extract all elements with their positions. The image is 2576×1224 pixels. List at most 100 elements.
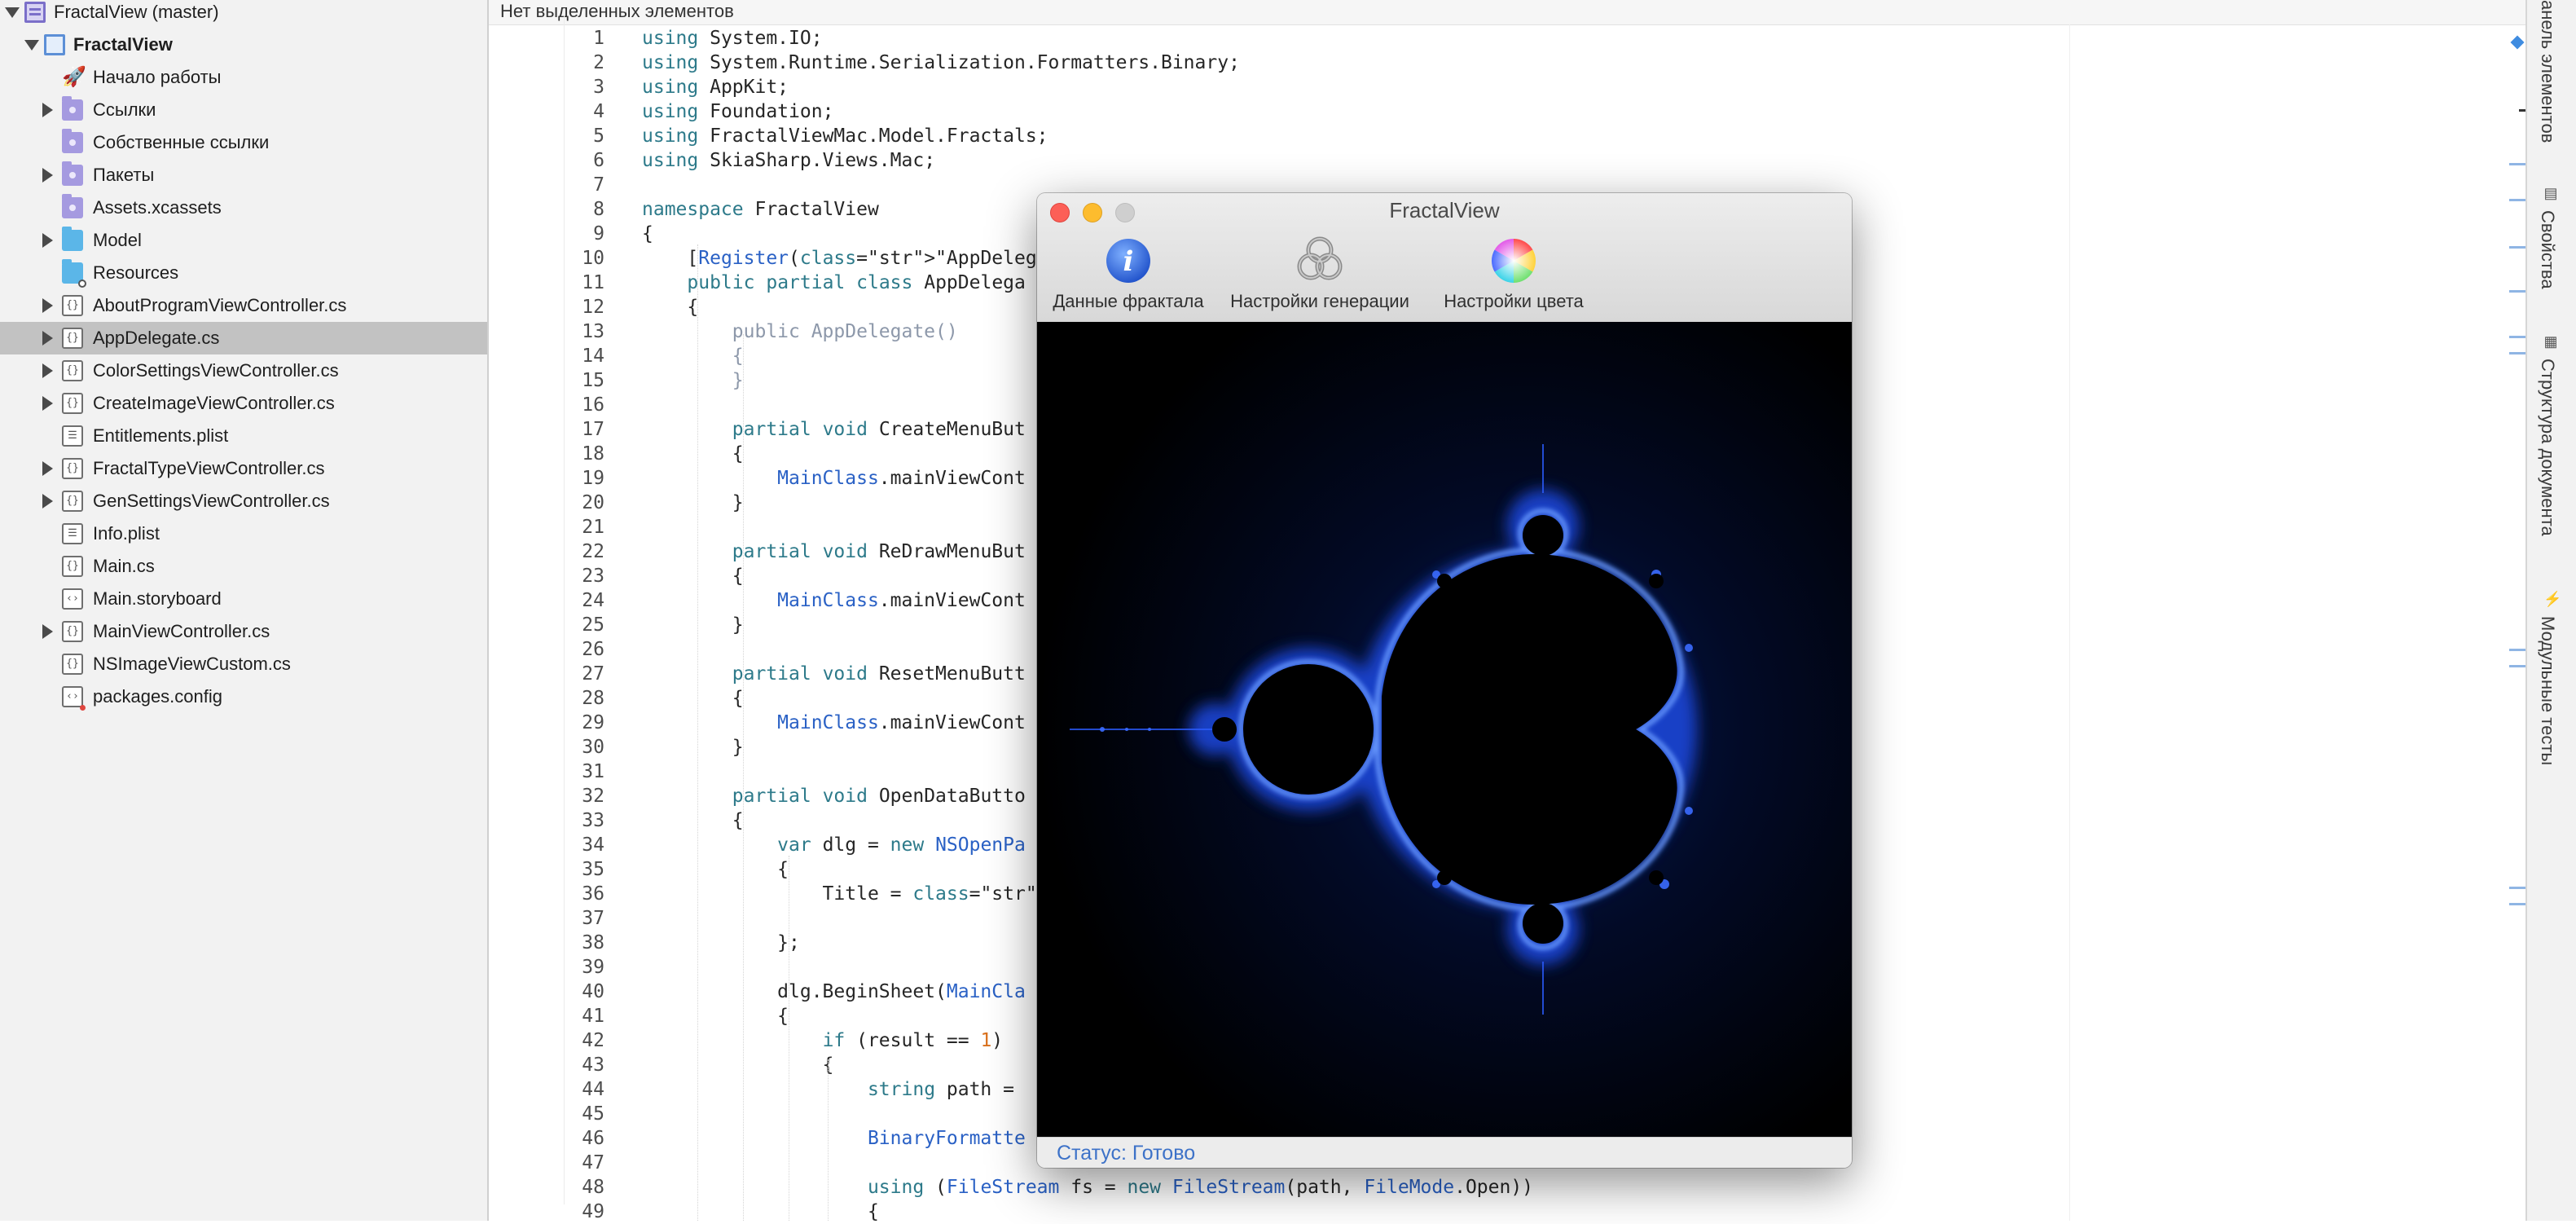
code-line[interactable]: public AppDelegate() [642, 319, 958, 344]
code-line[interactable]: partial void OpenDataButto [642, 784, 1026, 808]
fractalview-window[interactable]: FractalView i Данные фрактала Настройки … [1037, 193, 1852, 1168]
code-line[interactable]: using (FileStream fs = new FileStream(pa… [642, 1175, 1533, 1200]
scroll-marker [2509, 352, 2525, 354]
code-line[interactable]: MainClass.mainViewCont [642, 466, 1026, 491]
sidebar-item-native-references[interactable]: Собственные ссылки [0, 126, 487, 159]
code-line[interactable]: { [642, 222, 653, 246]
code-line[interactable]: namespace FractalView [642, 197, 879, 222]
code-line[interactable]: [Register(class="str">"AppDelegate")] [642, 246, 1104, 271]
code-line[interactable]: using System.IO; [642, 26, 823, 51]
sidebar-item-references[interactable]: Ссылки [0, 94, 487, 126]
code-line[interactable]: }; [642, 931, 800, 955]
info-icon: i [1106, 239, 1150, 283]
line-number: 30 [582, 737, 604, 758]
code-line[interactable]: using System.Runtime.Serialization.Forma… [642, 51, 1240, 75]
code-line[interactable]: { [642, 857, 789, 882]
line-number: 38 [582, 932, 604, 953]
disclosure-expanded-icon[interactable] [5, 7, 20, 18]
code-line[interactable]: } [642, 735, 744, 759]
tab-properties[interactable]: ▤ Свойства [2537, 186, 2569, 324]
window-titlebar[interactable]: FractalView i Данные фрактала Настройки … [1037, 193, 1852, 323]
tab-document-outline[interactable]: ▦ Структура документа [2537, 334, 2569, 579]
line-number: 1 [593, 28, 604, 49]
disclosure-collapsed-icon[interactable] [42, 331, 53, 346]
code-line[interactable]: MainClass.mainViewCont [642, 711, 1026, 735]
code-line[interactable]: BinaryFormatte [642, 1126, 1026, 1151]
sidebar-item-file[interactable]: {} NSImageViewCustom.cs [0, 648, 487, 680]
sidebar-item-label: AboutProgramViewController.cs [93, 295, 347, 315]
line-number: 17 [582, 419, 604, 440]
disclosure-collapsed-icon[interactable] [42, 298, 53, 313]
sidebar-item-file[interactable]: ☰ Info.plist [0, 517, 487, 550]
disclosure-collapsed-icon[interactable] [42, 494, 53, 509]
line-number: 43 [582, 1054, 604, 1076]
sidebar-item-solution[interactable]: FractalView (master) [0, 0, 487, 29]
code-line[interactable]: using SkiaSharp.Views.Mac; [642, 148, 935, 173]
solution-icon [24, 2, 46, 23]
disclosure-collapsed-icon[interactable] [42, 461, 53, 476]
indent-guide [697, 244, 698, 1221]
sidebar-item-getting-started[interactable]: 🚀 Начало работы [0, 61, 487, 94]
sidebar-item-file[interactable]: ‹› Main.storyboard [0, 583, 487, 615]
sidebar-item-assets[interactable]: Assets.xcassets [0, 192, 487, 224]
sidebar-item-label: AppDelegate.cs [93, 328, 220, 348]
code-line[interactable]: partial void ReDrawMenuBut [642, 539, 1026, 564]
tab-unit-tests[interactable]: ⚡ Модульные тесты [2537, 592, 2569, 787]
code-line[interactable]: dlg.BeginSheet(MainCla [642, 980, 1026, 1004]
sidebar-item-file[interactable]: {} CreateImageViewController.cs [0, 387, 487, 420]
code-line[interactable]: using AppKit; [642, 75, 789, 99]
sidebar-item-model[interactable]: Model [0, 224, 487, 257]
code-line[interactable]: partial void ResetMenuButt [642, 662, 1026, 686]
code-line[interactable]: if (result == 1) [642, 1028, 1004, 1053]
sidebar-item-label: CreateImageViewController.cs [93, 393, 335, 413]
code-line[interactable]: { [642, 564, 744, 588]
code-line[interactable]: } [642, 613, 744, 637]
code-line[interactable]: using Foundation; [642, 99, 833, 124]
sidebar-item-file[interactable]: {} Main.cs [0, 550, 487, 583]
storyboard-file-icon: ‹› [62, 588, 83, 610]
toolbar-color-settings[interactable]: Настройки цвета [1428, 234, 1599, 315]
sidebar-item-label: GenSettingsViewController.cs [93, 491, 330, 511]
disclosure-collapsed-icon[interactable] [42, 233, 53, 248]
disclosure-collapsed-icon[interactable] [42, 363, 53, 378]
code-line[interactable]: { [642, 344, 744, 368]
sidebar-item-file[interactable]: ‹› packages.config [0, 680, 487, 713]
sidebar-item-file[interactable]: {} AboutProgramViewController.cs [0, 289, 487, 322]
sidebar-item-file[interactable]: {} AppDelegate.cs [0, 322, 487, 354]
line-number: 18 [582, 443, 604, 465]
disclosure-collapsed-icon[interactable] [42, 624, 53, 639]
disclosure-expanded-icon[interactable] [24, 40, 39, 51]
code-line[interactable]: { [642, 295, 698, 319]
fractal-canvas[interactable] [1037, 322, 1852, 1137]
sidebar-item-packages[interactable]: Пакеты [0, 159, 487, 192]
toolbar-fractal-data[interactable]: i Данные фрактала [1047, 234, 1210, 315]
sidebar-item-project[interactable]: FractalView [0, 29, 487, 61]
code-line[interactable]: { [642, 686, 744, 711]
code-line[interactable]: { [642, 1053, 834, 1077]
sidebar-item-file[interactable]: {} GenSettingsViewController.cs [0, 485, 487, 517]
sidebar-item-file[interactable]: {} FractalTypeViewController.cs [0, 452, 487, 485]
toolbar-generation-settings[interactable]: Настройки генерации [1218, 234, 1422, 315]
code-line[interactable]: using FractalViewMac.Model.Fractals; [642, 124, 1048, 148]
code-line[interactable]: { [642, 1004, 789, 1028]
scroll-marker [2509, 665, 2525, 667]
code-line[interactable]: partial void CreateMenuBut [642, 417, 1026, 442]
disclosure-collapsed-icon[interactable] [42, 103, 53, 117]
disclosure-collapsed-icon[interactable] [42, 168, 53, 183]
disclosure-collapsed-icon[interactable] [42, 396, 53, 411]
right-dock: анель элементов ▤ Свойства ▦ Структура д… [2525, 0, 2576, 1221]
code-line[interactable]: } [642, 368, 744, 393]
sidebar-item-resources[interactable]: Resources [0, 257, 487, 289]
sidebar-item-file[interactable]: ☰ Entitlements.plist [0, 420, 487, 452]
tab-toolbox[interactable]: анель элементов [2537, 0, 2569, 163]
sidebar-item-file[interactable]: {} ColorSettingsViewController.cs [0, 354, 487, 387]
code-line[interactable]: } [642, 491, 744, 515]
csharp-file-icon: {} [62, 491, 83, 512]
code-line[interactable]: public partial class AppDelega [642, 271, 1025, 295]
code-line[interactable]: MainClass.mainViewCont [642, 588, 1026, 613]
code-line[interactable]: { [642, 808, 744, 833]
code-line[interactable]: var dlg = new NSOpenPa [642, 833, 1026, 857]
code-line[interactable]: { [642, 442, 744, 466]
sidebar-item-file[interactable]: {} MainViewController.cs [0, 615, 487, 648]
line-number: 35 [582, 859, 604, 880]
